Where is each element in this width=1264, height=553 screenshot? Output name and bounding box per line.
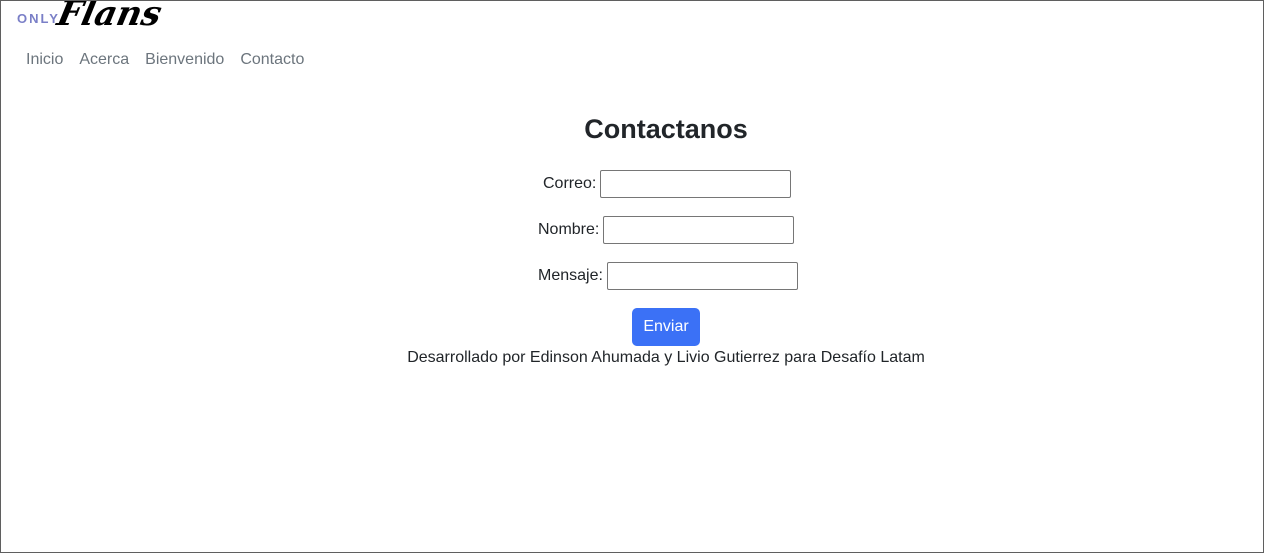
correo-input[interactable]	[600, 170, 792, 198]
logo-script-text: Flans	[53, 0, 166, 34]
nav-link-acerca[interactable]: Acerca	[79, 51, 129, 69]
nombre-label: Nombre:	[538, 221, 600, 238]
brand-logo[interactable]: ONLY Flans	[17, 0, 166, 34]
nav-link-inicio[interactable]: Inicio	[26, 51, 63, 69]
nav-link-bienvenido[interactable]: Bienvenido	[145, 51, 224, 69]
page-title: Contactanos	[584, 114, 748, 144]
mensaje-row: Mensaje:	[538, 262, 798, 290]
nav-link-contacto[interactable]: Contacto	[240, 51, 304, 69]
correo-row: Correo:	[543, 170, 792, 198]
mensaje-input[interactable]	[606, 262, 798, 290]
main-nav: Inicio Acerca Bienvenido Contacto	[26, 51, 320, 69]
mensaje-label: Mensaje:	[538, 267, 603, 284]
footer-credit: Desarrollado por Edinson Ahumada y Livio…	[407, 349, 925, 366]
nombre-row: Nombre:	[538, 216, 795, 244]
enviar-button[interactable]: Enviar	[632, 308, 700, 346]
logo-only-text: ONLY	[17, 11, 60, 26]
browser-viewport: ONLY Flans Inicio Acerca Bienvenido Cont…	[0, 0, 1264, 553]
correo-label: Correo:	[543, 175, 597, 192]
nombre-input[interactable]	[603, 216, 795, 244]
